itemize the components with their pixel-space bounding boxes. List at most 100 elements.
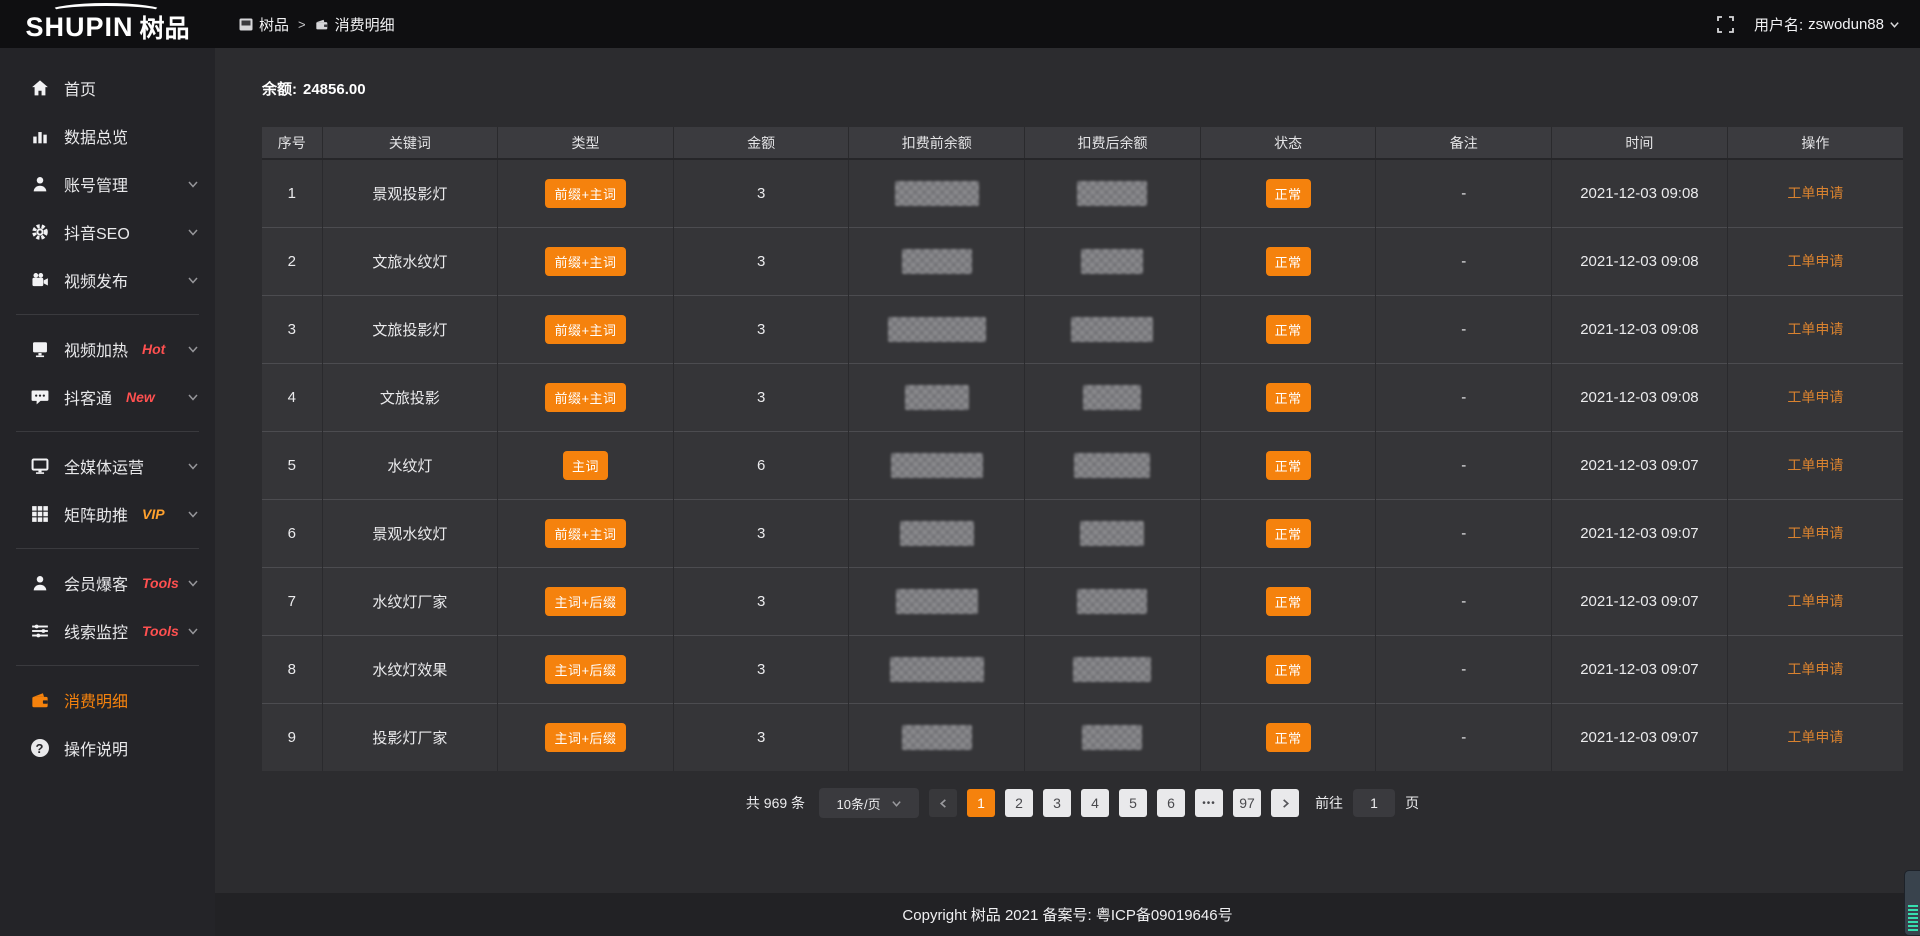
sidebar-item-sliders-3-1[interactable]: 线索监控Tools (0, 607, 215, 655)
column-header: 金额 (673, 127, 849, 159)
page-button-6[interactable]: 6 (1157, 789, 1185, 817)
cell-action: 工单申请 (1727, 567, 1903, 635)
ticket-request-link[interactable]: 工单申请 (1787, 389, 1843, 405)
cell-amount: 3 (673, 159, 849, 227)
table-row: 2文旅水纹灯前缀+主词3正常-2021-12-03 09:08工单申请 (262, 227, 1903, 295)
cell-amount: 3 (673, 499, 849, 567)
cell-time: 2021-12-03 09:08 (1552, 159, 1728, 227)
breadcrumb-separator: > (298, 17, 306, 32)
chevron-down-icon (187, 460, 199, 472)
page-size-value: 10条/页 (837, 794, 881, 813)
ticket-request-link[interactable]: 工单申请 (1787, 321, 1843, 337)
ticket-request-link[interactable]: 工单申请 (1787, 729, 1843, 745)
page-button-4[interactable]: 4 (1081, 789, 1109, 817)
cell-keyword: 文旅投影灯 (322, 295, 498, 363)
redacted-value (1077, 589, 1147, 614)
sidebar-item-wallet-4-0[interactable]: 消费明细 (0, 676, 215, 724)
sidebar-item-user-0-2[interactable]: 账号管理 (0, 160, 215, 208)
cell-remark: - (1376, 227, 1552, 295)
cell-no: 2 (262, 227, 322, 295)
cell-balance-before (849, 363, 1025, 431)
column-header: 时间 (1552, 127, 1728, 159)
chevron-down-icon (1889, 19, 1900, 30)
user-menu[interactable]: 用户名: zswodun88 (1754, 14, 1900, 35)
video-icon (30, 271, 49, 290)
cell-balance-after (1025, 159, 1201, 227)
chevron-left-icon (938, 798, 949, 809)
chevron-right-icon (1280, 798, 1291, 809)
cell-balance-after (1025, 499, 1201, 567)
cell-keyword: 景观投影灯 (322, 159, 498, 227)
sidebar-item-chart-0-1[interactable]: 数据总览 (0, 112, 215, 160)
cell-no: 1 (262, 159, 322, 227)
cell-amount: 3 (673, 635, 849, 703)
ticket-request-link[interactable]: 工单申请 (1787, 593, 1843, 609)
type-badge: 前缀+主词 (545, 179, 625, 208)
balance-value: 24856.00 (303, 81, 366, 98)
status-badge: 正常 (1266, 723, 1311, 752)
cell-time: 2021-12-03 09:07 (1552, 499, 1728, 567)
grid-icon (30, 505, 49, 524)
sidebar-item-tag: Tools (142, 623, 179, 639)
ticket-request-link[interactable]: 工单申请 (1787, 661, 1843, 677)
table-row: 4文旅投影前缀+主词3正常-2021-12-03 09:08工单申请 (262, 363, 1903, 431)
sidebar-item-gear-0-3[interactable]: 抖音SEO (0, 208, 215, 256)
ticket-request-link[interactable]: 工单申请 (1787, 525, 1843, 541)
sidebar-item-tag: Tools (142, 575, 179, 591)
next-page-button[interactable] (1271, 789, 1299, 817)
cell-amount: 3 (673, 567, 849, 635)
page-button-3[interactable]: 3 (1043, 789, 1071, 817)
table-row: 6景观水纹灯前缀+主词3正常-2021-12-03 09:07工单申请 (262, 499, 1903, 567)
redacted-value (888, 317, 986, 342)
cell-type: 主词+后缀 (498, 703, 674, 771)
goto-page-input[interactable] (1353, 789, 1395, 817)
question-icon: ? (30, 739, 49, 758)
logo-arc (50, 3, 162, 19)
sidebar-item-chat-1-1[interactable]: 抖客通New (0, 373, 215, 421)
redacted-value (890, 657, 984, 682)
cell-time: 2021-12-03 09:08 (1552, 295, 1728, 363)
ticket-request-link[interactable]: 工单申请 (1787, 253, 1843, 269)
sidebar-item-video-0-4[interactable]: 视频发布 (0, 256, 215, 304)
ticket-request-link[interactable]: 工单申请 (1787, 185, 1843, 201)
column-header: 扣费前余额 (849, 127, 1025, 159)
ticket-request-link[interactable]: 工单申请 (1787, 457, 1843, 473)
fullscreen-icon[interactable] (1717, 16, 1734, 33)
cell-remark: - (1376, 363, 1552, 431)
sidebar-item-home-0-0[interactable]: 首页 (0, 64, 215, 112)
breadcrumb-item-home[interactable]: 树品 (239, 14, 289, 35)
sidebar-item-monitor-2-0[interactable]: 全媒体运营 (0, 442, 215, 490)
sidebar: 首页数据总览账号管理抖音SEO视频发布视频加热Hot抖客通New全媒体运营矩阵助… (0, 48, 215, 936)
redacted-value (905, 385, 969, 410)
page-ellipsis-button[interactable]: ••• (1195, 789, 1223, 817)
redacted-value (1077, 181, 1147, 206)
page-button-1[interactable]: 1 (967, 789, 995, 817)
sidebar-item-tag: Hot (142, 341, 165, 357)
page-button-5[interactable]: 5 (1119, 789, 1147, 817)
status-badge: 正常 (1266, 383, 1311, 412)
cell-type: 主词 (498, 431, 674, 499)
sidebar-item-screen-1-0[interactable]: 视频加热Hot (0, 325, 215, 373)
page-button-2[interactable]: 2 (1005, 789, 1033, 817)
sidebar-item-label: 矩阵助推 (64, 502, 128, 526)
table-row: 8水纹灯效果主词+后缀3正常-2021-12-03 09:07工单申请 (262, 635, 1903, 703)
cell-type: 前缀+主词 (498, 499, 674, 567)
cell-balance-before (849, 635, 1025, 703)
username-label: 用户名: (1754, 14, 1803, 35)
cell-no: 7 (262, 567, 322, 635)
type-badge: 前缀+主词 (545, 519, 625, 548)
breadcrumb-item-current[interactable]: 消费明细 (315, 14, 395, 35)
breadcrumb: 树品 > 消费明细 (239, 14, 395, 35)
sidebar-item-question-4-1[interactable]: ?操作说明 (0, 724, 215, 772)
page-size-select[interactable]: 10条/页 (819, 788, 919, 818)
chat-widget[interactable] (1904, 870, 1920, 936)
page-button-97[interactable]: 97 (1233, 789, 1261, 817)
sidebar-item-grid-2-1[interactable]: 矩阵助推VIP (0, 490, 215, 538)
cell-action: 工单申请 (1727, 703, 1903, 771)
sidebar-divider (16, 665, 199, 666)
topbar: SHUPIN 树品 树品 > 消费明细 用户名: zswodun88 (0, 0, 1920, 48)
prev-page-button[interactable] (929, 789, 957, 817)
cell-amount: 3 (673, 295, 849, 363)
column-header: 状态 (1200, 127, 1376, 159)
sidebar-item-user-3-0[interactable]: 会员爆客Tools (0, 559, 215, 607)
